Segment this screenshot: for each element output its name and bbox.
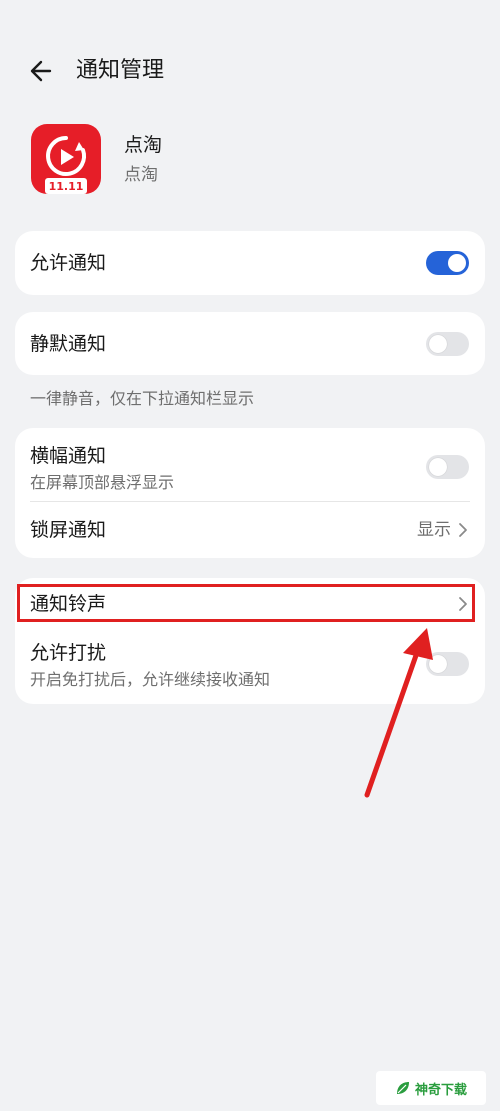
lockscreen-notifications-label: 锁屏通知 xyxy=(30,519,107,541)
banner-notifications-label: 横幅通知 xyxy=(30,445,107,467)
allow-disturb-label: 允许打扰 xyxy=(30,642,107,664)
page-title: 通知管理 xyxy=(76,58,165,83)
toggle-knob xyxy=(429,335,447,353)
dian-tao-app-icon: 11.11 xyxy=(31,124,101,194)
lockscreen-value: 显示 xyxy=(417,518,469,542)
silent-notifications-note: 一律静音，仅在下拉通知栏显示 xyxy=(30,389,255,408)
silent-notifications-toggle[interactable] xyxy=(426,332,469,356)
toggle-knob xyxy=(429,458,447,476)
toggle-knob xyxy=(429,655,447,673)
svg-text:11.11: 11.11 xyxy=(49,180,84,193)
toggle-knob xyxy=(448,254,466,272)
allow-notifications-toggle[interactable] xyxy=(426,251,469,275)
lockscreen-notifications-row[interactable]: 锁屏通知 显示 xyxy=(15,502,485,558)
app-name: 点淘 xyxy=(124,134,163,156)
allow-notifications-row[interactable]: 允许通知 xyxy=(15,231,485,295)
arrow-left-icon xyxy=(30,60,52,82)
app-subtitle: 点淘 xyxy=(124,165,158,185)
banner-notifications-description: 在屏幕顶部悬浮显示 xyxy=(30,473,175,492)
silent-notifications-row[interactable]: 静默通知 xyxy=(15,312,485,375)
silent-notifications-label: 静默通知 xyxy=(30,333,107,355)
allow-disturb-toggle[interactable] xyxy=(426,652,469,676)
allow-notifications-label: 允许通知 xyxy=(30,252,107,274)
silent-notifications-card: 静默通知 xyxy=(15,312,485,375)
chevron-right-icon xyxy=(459,523,467,537)
banner-lockscreen-card: 横幅通知 在屏幕顶部悬浮显示 锁屏通知 显示 xyxy=(15,428,485,558)
watermark-text: 神奇下载 xyxy=(414,1082,467,1098)
watermark: 神奇下载 xyxy=(376,1071,486,1105)
highlight-box-annotation xyxy=(17,584,475,622)
top-bar: 通知管理 xyxy=(0,44,500,98)
allow-notifications-card: 允许通知 xyxy=(15,231,485,295)
app-info: 11.11 点淘 点淘 xyxy=(0,120,500,200)
back-button[interactable] xyxy=(26,54,60,88)
allow-disturb-description: 开启免打扰后，允许继续接收通知 xyxy=(30,670,271,689)
lockscreen-notifications-value: 显示 xyxy=(417,520,451,540)
leaf-logo-icon xyxy=(396,1082,409,1094)
banner-notifications-toggle[interactable] xyxy=(426,455,469,479)
banner-notifications-row[interactable]: 横幅通知 在屏幕顶部悬浮显示 xyxy=(15,428,485,501)
allow-disturb-row[interactable]: 允许打扰 开启免打扰后，允许继续接收通知 xyxy=(15,630,485,704)
